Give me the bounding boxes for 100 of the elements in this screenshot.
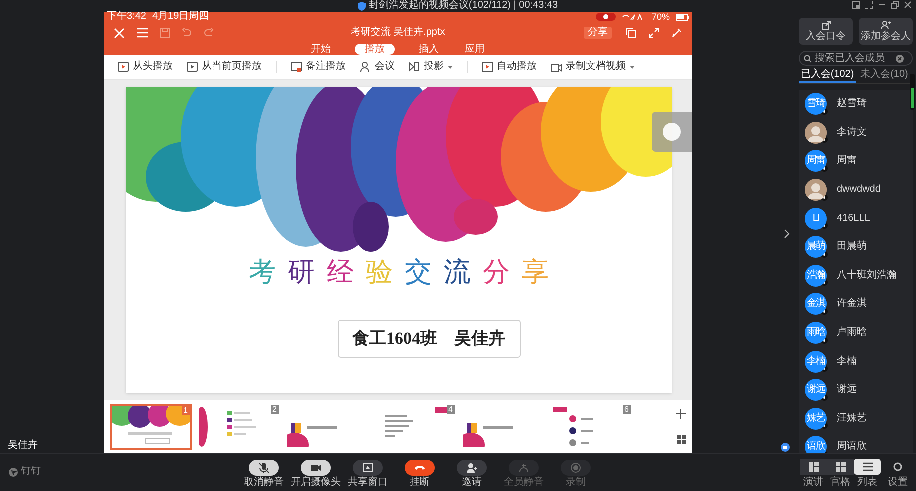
control-button[interactable] [405,460,435,476]
control-label: 录制 [566,478,586,488]
member-tab[interactable]: 已入会(102) [799,68,856,83]
avatar: 雪琦 [805,93,827,116]
pip-icon[interactable] [852,1,860,9]
microphone-muted-icon [259,463,269,473]
ribbon-button[interactable]: 投影 [409,62,453,72]
search-field[interactable]: 搜索已入会成员 [799,51,913,66]
microphone-icon [821,308,828,315]
view-button[interactable] [827,459,854,475]
participant-name: 田晨萌 [837,242,867,252]
sidebar-button[interactable]: 入会口令 [799,18,853,45]
microphone-icon [821,136,828,144]
view-label: 宫格 [830,478,850,488]
battery-icon [676,14,689,20]
grid-layout-icon [836,462,846,472]
microphone-icon [821,222,828,230]
ribbon-button[interactable]: 会议 [360,62,395,72]
expand-icon[interactable] [649,28,659,38]
chevron-right-icon[interactable] [784,229,790,239]
view-button[interactable] [854,459,881,475]
slide-thumbnail[interactable]: 2 [198,404,280,450]
person-icon [360,62,371,72]
pen-icon[interactable] [672,28,682,38]
avatar: 金淇 [805,293,827,316]
participant-name: 谢远 [837,385,857,396]
control-button[interactable] [249,460,279,476]
add-icon[interactable] [676,409,686,419]
control-label: 取消静音 [244,478,284,488]
battery-percent: 70% [652,12,670,22]
ribbon-button[interactable]: 从当前页播放 [187,62,262,72]
avatar: 谢远 [805,379,827,402]
participant-name: 八十班刘浩瀚 [837,270,897,281]
fullscreen-icon[interactable] [865,1,873,9]
control-label: 邀请 [462,478,482,488]
ribbon-tab[interactable]: 播放 [355,44,395,55]
presenter-name: 吴佳卉 [8,441,39,451]
settings-label: 设置 [888,478,908,488]
participant-name: 许金淇 [837,299,867,310]
ribbon-button[interactable]: 从头播放 [118,62,173,72]
avatar: 语欣 [805,436,827,453]
ribbon-tab[interactable]: 应用 [463,44,487,55]
status-time: 下午3:42 [107,12,146,22]
view-label: 列表 [858,478,878,488]
screen-share-icon [363,463,373,473]
avatar: 姝艺 [805,408,827,430]
participant-name: 卢雨晗 [837,328,867,338]
title-character: 验 [366,259,393,286]
file-name: 考研交流 吴佳卉.pptx [350,28,446,38]
search-icon [804,54,812,62]
clear-icon[interactable] [896,54,904,62]
sidebar-button[interactable]: 添加参会人 [859,18,913,45]
participant-name: 周语欣 [837,442,867,452]
caret-icon [448,66,453,68]
title-character: 经 [327,259,354,286]
copy-icon[interactable] [626,28,636,38]
add-person-icon [467,463,477,473]
ribbon-button[interactable]: 录制文档视频 [551,62,635,72]
ribbon-button[interactable]: 备注播放 [291,62,346,72]
camera-icon [551,62,562,72]
add-person-icon [881,21,891,30]
control-label: 全员静音 [504,478,544,488]
list-icon [862,462,872,472]
control-button[interactable] [353,460,383,476]
note-icon [291,62,302,72]
participant-name: dwwdwdd [837,185,881,196]
slide-thumbnail[interactable]: 6 [550,404,632,450]
microphone-icon [821,250,828,258]
recording-icon [596,13,616,21]
play-icon [118,62,129,72]
restore-icon[interactable] [891,1,899,9]
microphone-icon [821,279,828,286]
avatar: 周雷 [805,150,827,172]
title-character: 流 [444,259,471,286]
grid-icon[interactable] [676,435,686,444]
phone-icon [415,463,425,473]
app-logo-icon [9,468,18,476]
share-link-icon [822,21,830,30]
microphone-icon [821,194,828,201]
app-name: 钉钉 [21,467,41,477]
member-tab[interactable]: 未入会(10) [856,68,913,83]
title-character: 研 [288,259,315,286]
control-button[interactable] [457,460,487,476]
title-character: 享 [522,259,549,286]
ribbon-button[interactable]: 自动播放 [482,62,537,72]
avatar: 晨萌 [805,236,827,258]
camera-icon [311,463,321,473]
avatar: LI [805,208,827,230]
view-button[interactable] [800,459,827,475]
chat-icon[interactable] [781,443,790,452]
ribbon-tab[interactable]: 开始 [309,44,333,55]
projector-icon [409,62,420,72]
record-icon [571,463,581,473]
control-button[interactable] [301,460,331,476]
close-icon[interactable] [904,1,912,9]
menu-icon[interactable] [137,28,148,38]
ribbon-tab[interactable]: 插入 [417,44,441,55]
avatar: 雨晗 [805,322,827,344]
caret-icon [630,66,635,68]
control-label: 共享窗口 [348,478,388,488]
